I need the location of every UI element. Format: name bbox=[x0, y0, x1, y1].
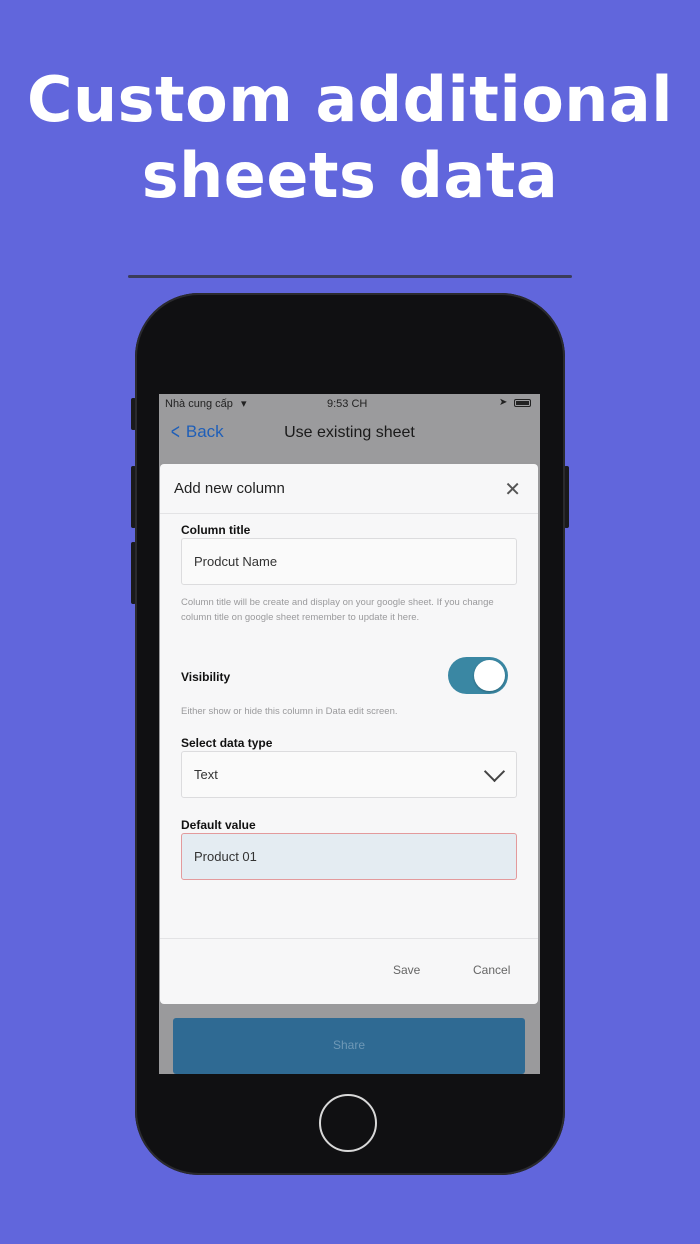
default-value-label: Default value bbox=[181, 818, 256, 832]
modal-footer: Save Cancel bbox=[160, 938, 538, 1005]
data-type-label: Select data type bbox=[181, 736, 273, 750]
battery-icon bbox=[514, 399, 531, 407]
modal-title: Add new column bbox=[174, 480, 285, 497]
headline-line-2: sheets data bbox=[141, 139, 559, 212]
chevron-down-icon bbox=[483, 760, 506, 783]
navigation-bar: < Back Use existing sheet bbox=[159, 414, 540, 462]
visibility-hint: Either show or hide this column in Data … bbox=[181, 706, 398, 717]
modal-header: Add new column ✕ bbox=[160, 464, 538, 514]
page-title: Use existing sheet bbox=[284, 424, 415, 441]
home-button[interactable] bbox=[319, 1094, 377, 1152]
wifi-icon: ▾ bbox=[241, 398, 247, 410]
default-value-input[interactable]: Product 01 bbox=[181, 833, 517, 880]
close-icon[interactable]: ✕ bbox=[504, 477, 521, 502]
cancel-button[interactable]: Cancel bbox=[473, 963, 510, 977]
share-button[interactable]: Share bbox=[173, 1018, 525, 1074]
data-type-select[interactable]: Text bbox=[181, 751, 517, 798]
visibility-toggle[interactable] bbox=[448, 657, 508, 694]
column-title-label: Column title bbox=[181, 523, 251, 537]
data-type-value: Text bbox=[194, 767, 218, 782]
save-button[interactable]: Save bbox=[393, 963, 420, 977]
headline-line-1: Custom additional bbox=[26, 63, 674, 136]
column-title-hint: Column title will be create and display … bbox=[181, 597, 494, 623]
status-time: 9:53 CH bbox=[327, 398, 368, 410]
toggle-knob bbox=[474, 660, 505, 691]
column-title-input[interactable]: Prodcut Name bbox=[181, 538, 517, 585]
carrier-label: Nhà cung cấp bbox=[165, 398, 233, 410]
phone-screen: Nhà cung cấp ▾ 9:53 CH ➤ < Back Use exis… bbox=[159, 394, 540, 1074]
divider bbox=[128, 275, 572, 278]
add-column-modal: Add new column ✕ Column title Prodcut Na… bbox=[160, 464, 538, 1004]
location-arrow-icon: ➤ bbox=[499, 397, 508, 408]
visibility-label: Visibility bbox=[181, 670, 231, 684]
headline: Custom additional sheets data bbox=[0, 62, 700, 214]
status-bar: Nhà cung cấp ▾ 9:53 CH ➤ bbox=[159, 394, 540, 414]
